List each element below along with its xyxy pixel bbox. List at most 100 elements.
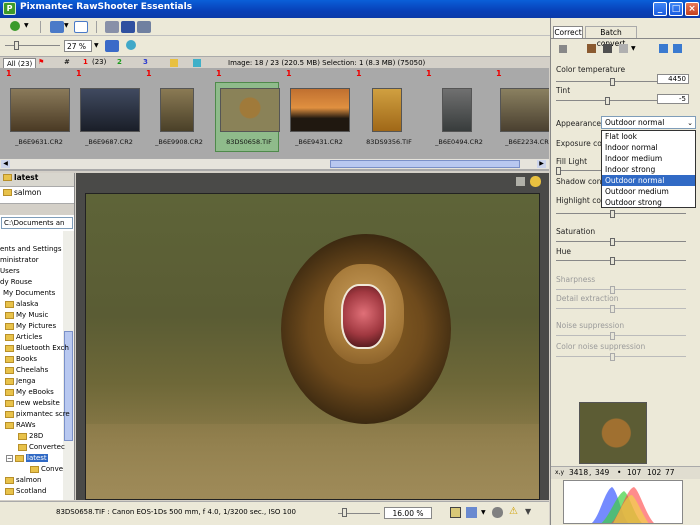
tree-item[interactable]: My Pictures	[5, 322, 56, 330]
tree-item[interactable]: ents and Settings	[0, 245, 61, 253]
thumbnail[interactable]: 1 _B6E9431.CR2	[284, 68, 354, 158]
copy-settings-icon[interactable]	[659, 44, 668, 53]
chevron-down-icon[interactable]: ⌄	[687, 117, 693, 129]
correction-tool-icon[interactable]	[559, 45, 567, 53]
thumbnail[interactable]: 1 83DS9356.TIF	[354, 68, 424, 158]
star-filter-icon[interactable]	[170, 59, 178, 67]
save-icon[interactable]	[121, 21, 135, 33]
flag-filter-icon[interactable]: ⚑	[38, 58, 44, 66]
thumbnail[interactable]: 1 _B6E0494.CR2	[424, 68, 494, 158]
tree-item[interactable]: ministrator	[0, 256, 39, 264]
filmstrip-scrollbar[interactable]: ◀ ▶	[0, 158, 549, 169]
tree-item[interactable]: Convertec	[18, 443, 65, 451]
appearance-option[interactable]: Indoor normal	[602, 142, 695, 153]
hue-slider[interactable]	[556, 257, 686, 265]
tree-item[interactable]: Users	[0, 267, 20, 275]
slider-knob[interactable]	[605, 97, 610, 105]
slider-knob[interactable]	[610, 305, 615, 313]
tool-icon[interactable]	[619, 44, 628, 53]
layout-icon[interactable]	[50, 21, 64, 33]
scroll-right-arrow[interactable]: ▶	[537, 160, 546, 168]
zoom-slider-knob[interactable]	[14, 41, 19, 50]
navigator-preview[interactable]	[579, 402, 647, 464]
path-combo[interactable]: C:\Documents an	[1, 217, 73, 229]
zoom-slider-knob[interactable]	[342, 508, 347, 517]
slider-knob[interactable]	[610, 78, 615, 86]
appearance-option[interactable]: Outdoor medium	[602, 186, 695, 197]
scroll-thumb[interactable]	[330, 160, 520, 168]
scroll-left-arrow[interactable]: ◀	[1, 160, 10, 168]
tab-three[interactable]: 3	[143, 58, 148, 66]
dropdown-arrow-icon[interactable]: ▼	[631, 45, 636, 52]
panel-divider[interactable]	[0, 203, 74, 215]
tree-item[interactable]: pixmantec scre	[5, 410, 70, 418]
thumbnail[interactable]: 1 _B6E9631.CR2	[4, 68, 74, 158]
appearance-select[interactable]: Outdoor normal ⌄	[601, 116, 696, 129]
close-button[interactable]: ×	[685, 2, 699, 16]
slider-knob[interactable]	[610, 257, 615, 265]
color-noise-suppression-slider[interactable]	[556, 353, 686, 361]
slider-knob[interactable]	[610, 332, 615, 340]
paste-settings-icon[interactable]	[673, 44, 682, 53]
tree-item[interactable]: dy Rouse	[0, 278, 32, 286]
color-temperature-value[interactable]: 4450	[657, 74, 689, 84]
tree-item[interactable]: alaska	[5, 300, 38, 308]
collapse-icon[interactable]: −	[6, 454, 13, 462]
slider-knob[interactable]	[556, 167, 561, 175]
filter-icon[interactable]	[193, 59, 201, 67]
tree-item[interactable]: My Music	[5, 311, 48, 319]
tree-item[interactable]: RAWs	[5, 421, 36, 429]
dropdown-arrow-icon[interactable]: ▼	[64, 22, 69, 29]
tab-flag-one-number[interactable]: 1	[83, 58, 88, 66]
tab-two[interactable]: 2	[117, 58, 122, 66]
tree-item-selected[interactable]: − latest	[6, 454, 48, 462]
thumbnail-selected[interactable]: 1 83DS0658.TIF	[214, 68, 284, 158]
viewer-option-icon[interactable]	[516, 177, 525, 186]
print-icon[interactable]	[105, 21, 119, 33]
tree-item[interactable]: 28D	[18, 432, 43, 440]
compare-icon[interactable]	[466, 507, 477, 518]
tree-item[interactable]: new website	[5, 399, 60, 407]
thumbnail[interactable]: 1 _B6E2234.CR2	[494, 68, 549, 158]
tab-hash[interactable]: #	[64, 58, 70, 66]
saturation-slider[interactable]	[556, 238, 686, 246]
delete-icon[interactable]	[137, 21, 151, 33]
zoom-value[interactable]: 27 %	[64, 40, 92, 52]
thumbnail[interactable]: 1 _B6E9908.CR2	[144, 68, 214, 158]
check-icon[interactable]	[10, 21, 20, 31]
fullscreen-icon[interactable]	[74, 21, 88, 33]
slider-knob[interactable]	[610, 238, 615, 246]
tree-item[interactable]: salmon	[5, 476, 41, 484]
slider-knob[interactable]	[610, 286, 615, 294]
tab-correct[interactable]: Correct	[553, 26, 583, 38]
favorite-item[interactable]: salmon	[0, 188, 74, 202]
appearance-option[interactable]: Indoor medium	[602, 153, 695, 164]
fit-view-icon[interactable]	[450, 507, 461, 518]
zoom-dropdown-icon[interactable]: ▼	[94, 42, 99, 49]
highlight-contrast-slider[interactable]	[556, 210, 686, 218]
tab-flag-one[interactable]: (23)	[92, 58, 106, 66]
tab-batch-convert[interactable]: Batch convert	[585, 26, 637, 48]
tree-item[interactable]: Articles	[5, 333, 42, 341]
tree-item[interactable]: Scotland	[5, 487, 46, 495]
appearance-option[interactable]: Outdoor strong	[602, 197, 695, 208]
image-viewer[interactable]	[76, 173, 549, 500]
sharpness-slider[interactable]	[556, 286, 686, 294]
detail-extraction-slider[interactable]	[556, 305, 686, 313]
tree-item[interactable]: Bluetooth Exch	[5, 344, 69, 352]
tree-item[interactable]: My eBooks	[5, 388, 54, 396]
options-icon[interactable]: ▼	[525, 507, 531, 516]
tree-item[interactable]: My Documents	[3, 289, 55, 297]
viewer-settings-icon[interactable]	[530, 176, 541, 187]
refresh-icon[interactable]	[126, 40, 136, 50]
color-picker-icon[interactable]	[492, 507, 503, 518]
thumbnail[interactable]: 1 _B6E9687.CR2	[74, 68, 144, 158]
minimize-button[interactable]: _	[653, 2, 667, 16]
tree-item[interactable]: Jenga	[5, 377, 36, 385]
warning-icon[interactable]: ⚠	[509, 506, 518, 517]
maximize-button[interactable]: □	[669, 2, 683, 16]
dropdown-arrow-icon[interactable]: ▼	[481, 509, 486, 516]
favorite-item[interactable]: latest	[0, 173, 74, 187]
tree-item[interactable]: Books	[5, 355, 37, 363]
tint-value[interactable]: -5	[657, 94, 689, 104]
